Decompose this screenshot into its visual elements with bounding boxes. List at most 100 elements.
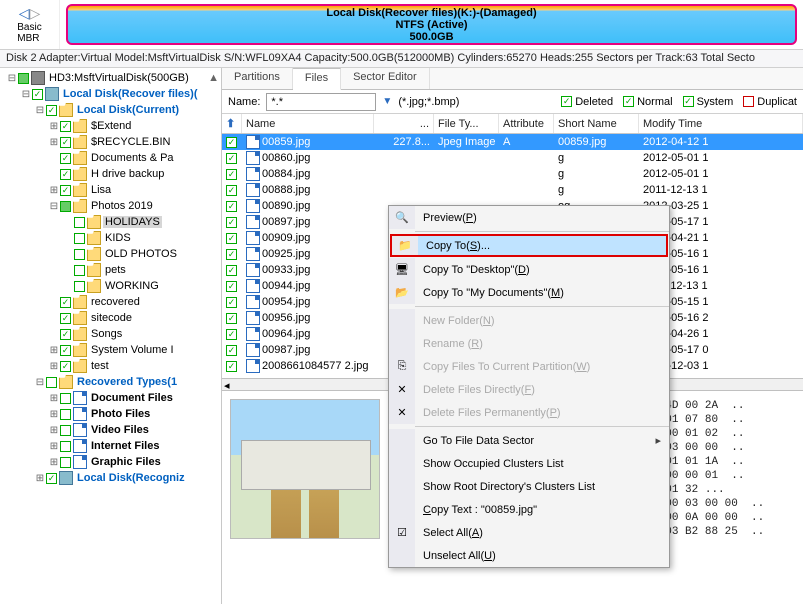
expander-icon[interactable]: ⊟	[34, 105, 46, 116]
col-type[interactable]: File Ty...	[434, 114, 499, 133]
expander-icon[interactable]: ⊞	[48, 185, 60, 196]
tree-node[interactable]: ⊞Document Files	[2, 390, 219, 406]
checkbox-icon[interactable]: ✓	[60, 185, 71, 196]
file-row[interactable]: ✓00888.jpgg2011-12-13 1	[222, 182, 803, 198]
menu-item[interactable]: 📂Copy To "My Documents"(M)	[389, 281, 669, 304]
tree-node[interactable]: ⊟HD3:MsftVirtualDisk(500GB)▲	[2, 70, 219, 86]
tree-node[interactable]: ⊞✓test	[2, 358, 219, 374]
tree-node[interactable]: ⊞✓Local Disk(Recogniz	[2, 470, 219, 486]
checkbox-icon[interactable]: ✓	[46, 105, 57, 116]
menu-item[interactable]: Unselect All(U)	[389, 544, 669, 567]
checkbox-icon[interactable]: ✓	[226, 137, 237, 148]
tree-node[interactable]: ⊟✓Local Disk(Recover files)(	[2, 86, 219, 102]
tab-partitions[interactable]: Partitions	[222, 68, 293, 89]
checkbox-icon[interactable]: ✓	[60, 153, 71, 164]
checkbox-icon[interactable]: ✓	[60, 137, 71, 148]
checkbox-icon[interactable]: ✓	[60, 313, 71, 324]
tree-node[interactable]: OLD PHOTOS	[2, 246, 219, 262]
expander-icon[interactable]: ⊞	[48, 441, 60, 452]
checkbox-icon[interactable]: ✓	[226, 297, 237, 308]
checkbox-icon[interactable]	[74, 217, 85, 228]
tree-node[interactable]: ✓Documents & Pa	[2, 150, 219, 166]
checkbox-icon[interactable]: ✓	[32, 89, 43, 100]
checkbox-icon[interactable]: ✓	[46, 473, 57, 484]
tab-files[interactable]: Files	[293, 68, 341, 90]
checkbox-icon[interactable]: ✓	[226, 153, 237, 164]
tree-node[interactable]: ⊞Graphic Files	[2, 454, 219, 470]
expander-icon[interactable]: ⊞	[48, 425, 60, 436]
tree-node[interactable]: ⊞Photo Files	[2, 406, 219, 422]
expander-icon[interactable]: ⊟	[48, 201, 60, 212]
col-mtime[interactable]: Modify Time	[639, 114, 803, 133]
checkbox-icon[interactable]: ✓	[226, 185, 237, 196]
menu-item[interactable]: 🔍Preview(P)	[389, 206, 669, 229]
checkbox-icon[interactable]: ✓	[226, 233, 237, 244]
expander-icon[interactable]: ⊞	[48, 457, 60, 468]
tree-node[interactable]: WORKING	[2, 278, 219, 294]
expander-icon[interactable]: ⊟	[34, 377, 46, 388]
menu-item[interactable]: Go To File Data Sector▸	[389, 429, 669, 452]
checkbox-icon[interactable]: ✓	[226, 361, 237, 372]
nav-basic-mbr[interactable]: ◁ ▷ BasicMBR	[0, 0, 60, 49]
expander-icon[interactable]: ⊞	[34, 473, 46, 484]
expander-icon[interactable]: ⊞	[48, 137, 60, 148]
name-pattern-input[interactable]	[266, 93, 376, 111]
checkbox-icon[interactable]	[74, 233, 85, 244]
checkbox-icon[interactable]: ✓	[226, 281, 237, 292]
up-button[interactable]: ⬆	[222, 114, 242, 133]
checkbox-icon[interactable]: ✓	[60, 329, 71, 340]
expander-icon[interactable]: ⊞	[48, 361, 60, 372]
tree-node[interactable]: ⊟Recovered Types(1	[2, 374, 219, 390]
filter-deleted[interactable]: ✓Deleted	[561, 96, 613, 108]
file-row[interactable]: ✓00884.jpgg2012-05-01 1	[222, 166, 803, 182]
tree-node[interactable]: ⊞✓System Volume I	[2, 342, 219, 358]
checkbox-icon[interactable]: ✓	[226, 249, 237, 260]
checkbox-icon[interactable]: ✓	[60, 297, 71, 308]
checkbox-icon[interactable]: ✓	[226, 169, 237, 180]
checkbox-icon[interactable]: ✓	[226, 217, 237, 228]
tree-node[interactable]: ⊟Photos 2019	[2, 198, 219, 214]
checkbox-icon[interactable]: ✓	[226, 313, 237, 324]
checkbox-icon[interactable]: ✓	[60, 169, 71, 180]
tree-node[interactable]: pets	[2, 262, 219, 278]
menu-item[interactable]: Show Occupied Clusters List	[389, 452, 669, 475]
menu-item[interactable]: Copy Text : "00859.jpg"	[389, 498, 669, 521]
checkbox-icon[interactable]: ✓	[60, 121, 71, 132]
tree-node[interactable]: HOLIDAYS	[2, 214, 219, 230]
tree-node[interactable]: ✓Songs	[2, 326, 219, 342]
checkbox-icon[interactable]: ✓	[60, 345, 71, 356]
checkbox-icon[interactable]	[74, 249, 85, 260]
scroll-up-icon[interactable]: ▲	[208, 72, 219, 84]
menu-item[interactable]: 🖥Copy To "Desktop"(D)	[389, 258, 669, 281]
checkbox-icon[interactable]	[18, 73, 29, 84]
menu-item[interactable]: 📁Copy To(S)...	[390, 234, 668, 257]
tree-node[interactable]: KIDS	[2, 230, 219, 246]
checkbox-icon[interactable]: ✓	[60, 361, 71, 372]
menu-item[interactable]: ☑Select All(A)	[389, 521, 669, 544]
checkbox-icon[interactable]	[60, 457, 71, 468]
tree-node[interactable]: ⊞✓$RECYCLE.BIN	[2, 134, 219, 150]
checkbox-icon[interactable]	[60, 425, 71, 436]
checkbox-icon[interactable]: ✓	[226, 329, 237, 340]
file-row[interactable]: ✓00859.jpg227.8...Jpeg ImageA00859.jpg20…	[222, 134, 803, 150]
menu-item[interactable]: Show Root Directory's Clusters List	[389, 475, 669, 498]
col-attr[interactable]: Attribute	[499, 114, 554, 133]
col-short[interactable]: Short Name	[554, 114, 639, 133]
file-row[interactable]: ✓00860.jpgg2012-05-01 1	[222, 150, 803, 166]
tree-node[interactable]: ✓recovered	[2, 294, 219, 310]
partition-banner[interactable]: Local Disk(Recover files)(K:)-(Damaged) …	[66, 4, 797, 45]
checkbox-icon[interactable]	[74, 265, 85, 276]
tree-node[interactable]: ✓H drive backup	[2, 166, 219, 182]
checkbox-icon[interactable]: ✓	[226, 201, 237, 212]
tree-node[interactable]: ⊞Video Files	[2, 422, 219, 438]
directory-tree[interactable]: ⊟HD3:MsftVirtualDisk(500GB)▲⊟✓Local Disk…	[0, 68, 222, 604]
checkbox-icon[interactable]	[60, 441, 71, 452]
checkbox-icon[interactable]	[60, 201, 71, 212]
filter-normal[interactable]: ✓Normal	[623, 96, 672, 108]
checkbox-icon[interactable]	[46, 377, 57, 388]
checkbox-icon[interactable]: ✓	[226, 265, 237, 276]
tree-node[interactable]: ⊞Internet Files	[2, 438, 219, 454]
col-name[interactable]: Name	[242, 114, 374, 133]
expander-icon[interactable]: ⊞	[48, 345, 60, 356]
tree-node[interactable]: ⊞✓Lisa	[2, 182, 219, 198]
